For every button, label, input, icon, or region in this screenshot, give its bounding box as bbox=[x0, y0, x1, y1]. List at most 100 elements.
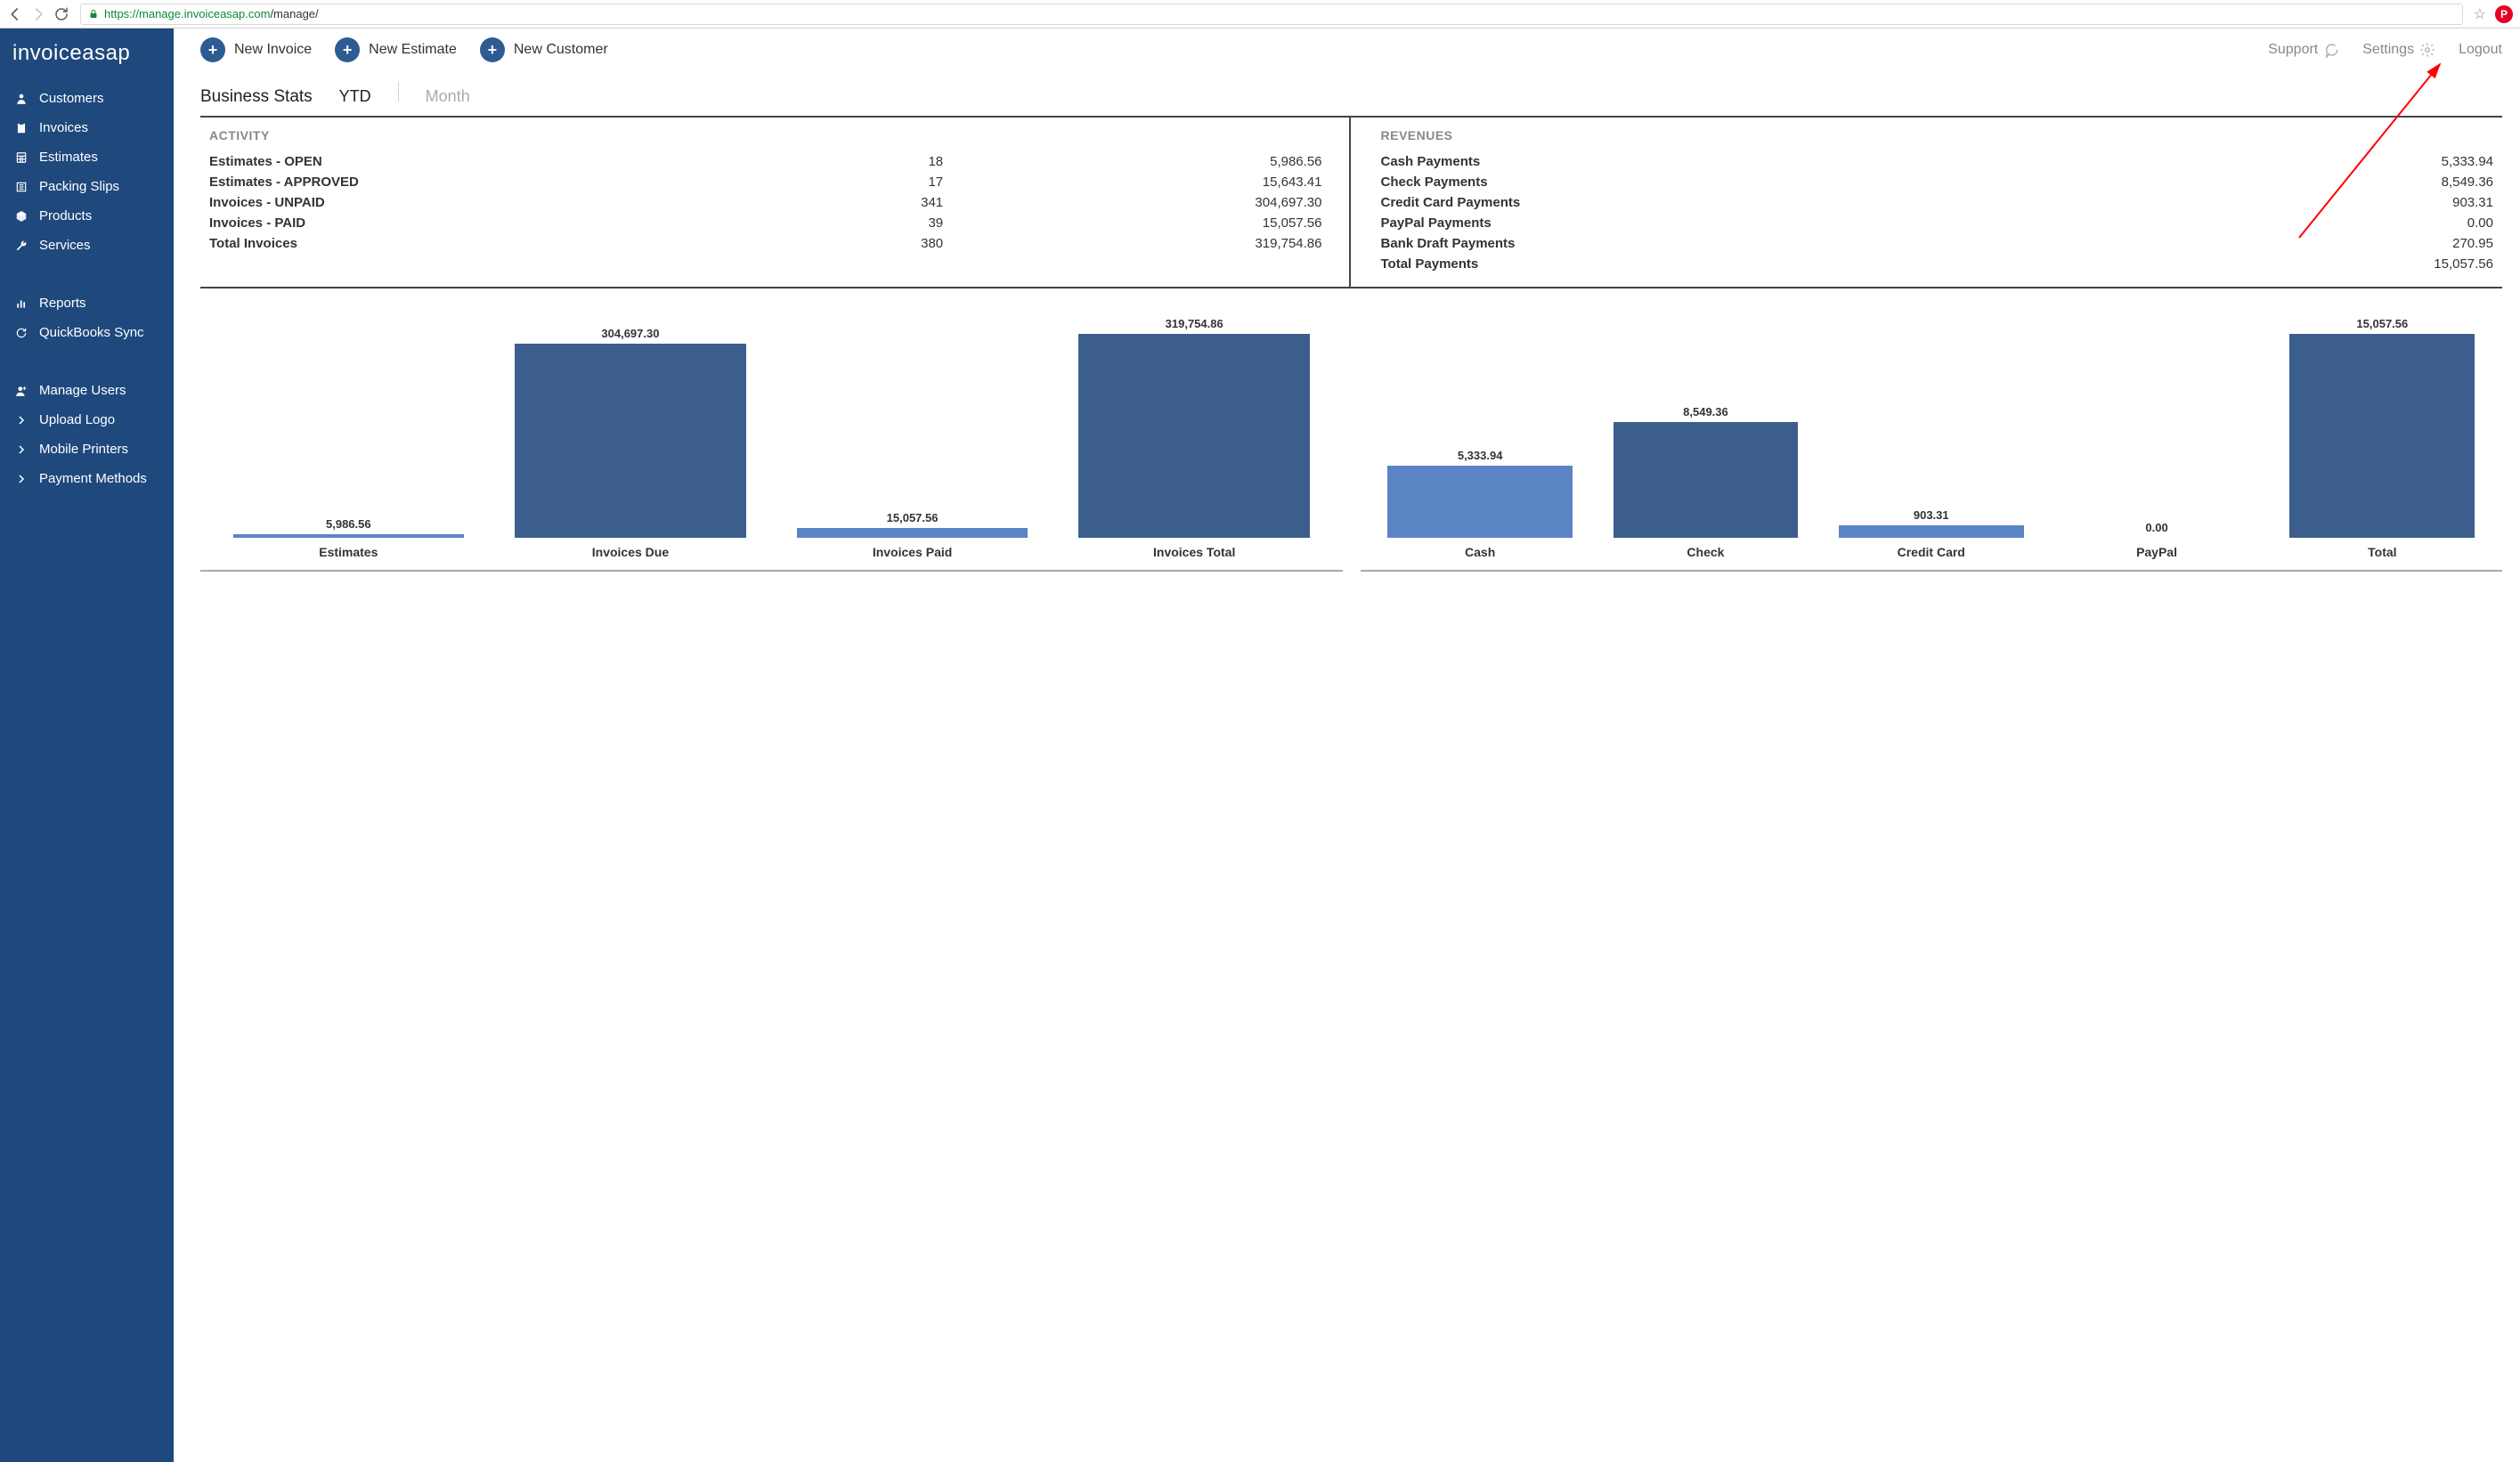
activity-row: Invoices - PAID3915,057.56 bbox=[200, 213, 1331, 233]
row-amount: 270.95 bbox=[2025, 236, 2493, 251]
browser-url-bar[interactable]: https://manage.invoiceasap.com/manage/ bbox=[80, 4, 2463, 25]
chevron-right-icon bbox=[14, 444, 28, 455]
sidebar-item-reports[interactable]: Reports bbox=[0, 288, 174, 318]
bar-value-label: 8,549.36 bbox=[1683, 405, 1728, 418]
page-title: Business Stats bbox=[200, 87, 313, 107]
axis-label: PayPal bbox=[2044, 545, 2269, 559]
button-label: New Invoice bbox=[234, 42, 312, 58]
chart-bar: 319,754.86 bbox=[1053, 306, 1336, 538]
sidebar-item-products[interactable]: Products bbox=[0, 201, 174, 231]
sidebar-nav-secondary: Reports QuickBooks Sync bbox=[0, 283, 174, 353]
axis-label: Invoices Total bbox=[1053, 545, 1336, 559]
chart-bar: 0.00 bbox=[2044, 306, 2269, 538]
activity-row: Invoices - UNPAID341304,697.30 bbox=[200, 192, 1331, 213]
activity-title: ACTIVITY bbox=[200, 128, 1331, 151]
new-estimate-button[interactable]: +New Estimate bbox=[335, 37, 457, 62]
tab-divider bbox=[398, 82, 399, 102]
sidebar-item-packing-slips[interactable]: Packing Slips bbox=[0, 172, 174, 201]
activity-column: ACTIVITY Estimates - OPEN185,986.56Estim… bbox=[200, 118, 1351, 287]
sidebar-item-mobile-printers[interactable]: Mobile Printers bbox=[0, 435, 174, 464]
sidebar-item-label: Estimates bbox=[39, 150, 98, 165]
tabs: Business Stats YTD Month bbox=[200, 77, 2502, 118]
browser-chrome: https://manage.invoiceasap.com/manage/ ☆… bbox=[0, 0, 2520, 28]
sidebar-item-label: Manage Users bbox=[39, 383, 126, 398]
wrench-icon bbox=[14, 240, 28, 252]
sidebar-item-upload-logo[interactable]: Upload Logo bbox=[0, 405, 174, 435]
bar-value-label: 15,057.56 bbox=[887, 511, 939, 524]
browser-back-button[interactable] bbox=[7, 6, 23, 22]
row-label: Credit Card Payments bbox=[1381, 195, 2025, 210]
tab-ytd[interactable]: YTD bbox=[339, 87, 371, 106]
row-label: Total Invoices bbox=[209, 236, 730, 251]
sidebar-item-payment-methods[interactable]: Payment Methods bbox=[0, 464, 174, 493]
revenues-row: Credit Card Payments903.31 bbox=[1372, 192, 2503, 213]
bookmark-star-icon[interactable]: ☆ bbox=[2474, 5, 2486, 23]
bar-value-label: 0.00 bbox=[2145, 521, 2167, 534]
chart-bar: 5,333.94 bbox=[1368, 306, 1593, 538]
bar-chart-icon bbox=[14, 297, 28, 310]
plus-icon: + bbox=[480, 37, 505, 62]
axis-label: Total bbox=[2270, 545, 2495, 559]
row-label: Total Payments bbox=[1381, 256, 2025, 272]
activity-row: Total Invoices380319,754.86 bbox=[200, 233, 1331, 254]
axis-label: Invoices Due bbox=[490, 545, 772, 559]
sidebar-item-customers[interactable]: Customers bbox=[0, 84, 174, 113]
revenues-row: Check Payments8,549.36 bbox=[1372, 172, 2503, 192]
cube-icon bbox=[14, 210, 28, 223]
bar-fill bbox=[233, 534, 465, 538]
sidebar-item-services[interactable]: Services bbox=[0, 231, 174, 260]
row-label: Estimates - OPEN bbox=[209, 154, 730, 169]
chart-bar: 304,697.30 bbox=[490, 306, 772, 538]
axis-label: Cash bbox=[1368, 545, 1593, 559]
bar-fill bbox=[2289, 334, 2475, 538]
link-label: Logout bbox=[2459, 42, 2502, 58]
sidebar-item-manage-users[interactable]: Manage Users bbox=[0, 376, 174, 405]
sidebar-item-label: Customers bbox=[39, 91, 104, 106]
pinterest-extension-icon[interactable]: P bbox=[2495, 5, 2513, 23]
brand-thin: invoice bbox=[12, 41, 82, 65]
sidebar-nav-primary: Customers Invoices Estimates Packing Sli… bbox=[0, 78, 174, 265]
sidebar-item-label: Products bbox=[39, 208, 92, 223]
sidebar-item-label: Payment Methods bbox=[39, 471, 147, 486]
sidebar-item-label: Mobile Printers bbox=[39, 442, 128, 457]
plus-icon: + bbox=[335, 37, 360, 62]
row-amount: 15,057.56 bbox=[2025, 256, 2493, 272]
row-count: 380 bbox=[730, 236, 943, 251]
sidebar-item-label: Reports bbox=[39, 296, 86, 311]
axis-label: Estimates bbox=[207, 545, 490, 559]
row-label: Invoices - UNPAID bbox=[209, 195, 730, 210]
settings-link[interactable]: Settings bbox=[2362, 42, 2435, 58]
row-amount: 0.00 bbox=[2025, 215, 2493, 231]
browser-reload-button[interactable] bbox=[53, 6, 69, 22]
link-label: Support bbox=[2268, 42, 2318, 58]
sidebar-item-estimates[interactable]: Estimates bbox=[0, 142, 174, 172]
sidebar-item-quickbooks-sync[interactable]: QuickBooks Sync bbox=[0, 318, 174, 347]
sidebar-item-invoices[interactable]: Invoices bbox=[0, 113, 174, 142]
activity-row: Estimates - APPROVED1715,643.41 bbox=[200, 172, 1331, 192]
list-icon bbox=[14, 181, 28, 193]
row-count: 39 bbox=[730, 215, 943, 231]
browser-forward-button[interactable] bbox=[30, 6, 46, 22]
row-label: Invoices - PAID bbox=[209, 215, 730, 231]
bar-value-label: 304,697.30 bbox=[601, 327, 659, 340]
sync-icon bbox=[14, 327, 28, 339]
bar-fill bbox=[1839, 525, 2024, 538]
revenues-row: Bank Draft Payments270.95 bbox=[1372, 233, 2503, 254]
chart-activity: 5,986.56 304,697.30 15,057.56 319,754.86 Es… bbox=[200, 306, 1343, 572]
bar-fill bbox=[1387, 466, 1573, 538]
bar-value-label: 5,986.56 bbox=[326, 517, 371, 531]
sidebar-item-label: Upload Logo bbox=[39, 412, 115, 427]
new-customer-button[interactable]: + New Customer bbox=[480, 37, 608, 62]
plus-icon: + bbox=[200, 37, 225, 62]
main-content: + New Invoice +New Estimate + New Customer… bbox=[174, 28, 2520, 1462]
logout-link[interactable]: Logout bbox=[2459, 42, 2502, 58]
tab-month[interactable]: Month bbox=[426, 87, 470, 106]
button-label: New Customer bbox=[514, 42, 608, 58]
row-count: 341 bbox=[730, 195, 943, 210]
support-link[interactable]: Support bbox=[2268, 42, 2339, 58]
new-invoice-button[interactable]: + New Invoice bbox=[200, 37, 312, 62]
lock-icon bbox=[88, 9, 99, 20]
chart-bar: 5,986.56 bbox=[207, 306, 490, 538]
row-label: PayPal Payments bbox=[1381, 215, 2025, 231]
bar-value-label: 15,057.56 bbox=[2356, 317, 2408, 330]
